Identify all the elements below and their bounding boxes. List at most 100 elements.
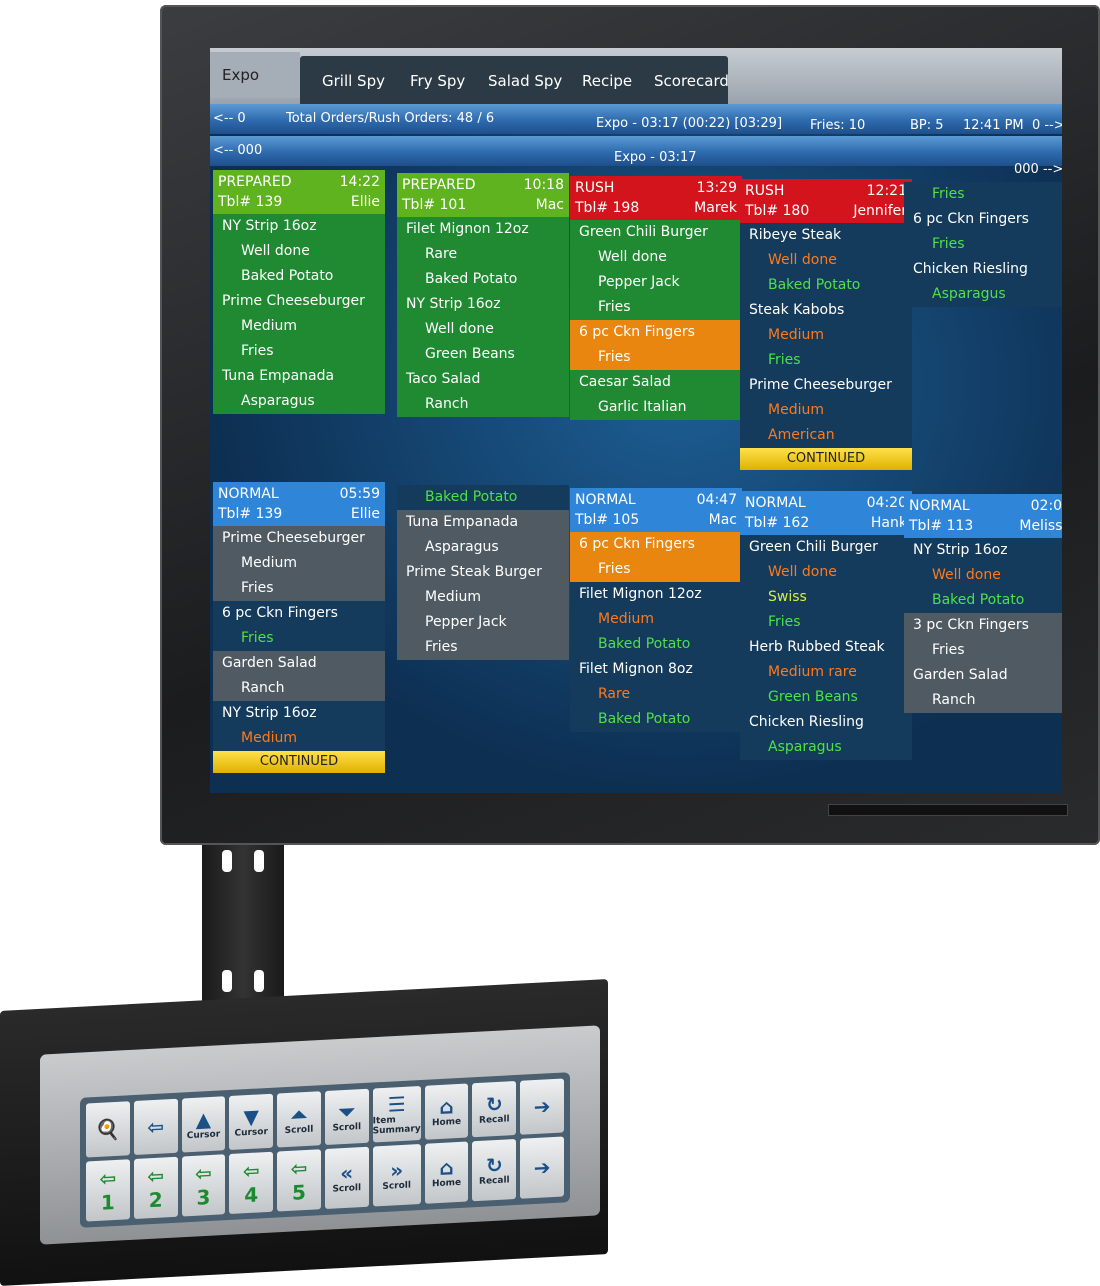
menu-item: NY Strip 16oz [213, 701, 385, 726]
order-ticket[interactable]: PREPARED 14:22 Tbl# 139 Ellie NY Strip 16oz W… [213, 170, 385, 414]
double-left-icon: « [340, 1160, 354, 1186]
table-number: Tbl# 139 [218, 194, 283, 210]
recall-icon: ↻ [485, 1091, 503, 1117]
menu-item: Filet Mignon 12oz [570, 582, 742, 607]
bump-icon: ➔ [533, 1094, 551, 1120]
keypad-key[interactable]: ⏷ Scroll [324, 1088, 369, 1146]
keypad-key[interactable]: ⇦ [133, 1098, 178, 1156]
order-ticket[interactable]: RUSH 12:21 Tbl# 180 Jennifer Ribeye Steak Wel… [740, 179, 912, 470]
tab-fry-spy[interactable]: Fry Spy [398, 58, 477, 104]
ticket-status: NORMAL [909, 498, 970, 514]
order-ticket[interactable]: Fries 6 pc Ckn Fingers Fries Chicken Riesli… [904, 182, 1062, 307]
server-name: Ellie [350, 194, 380, 210]
tab-salad-spy[interactable]: Salad Spy [476, 58, 574, 104]
item-modifier: Fries [397, 635, 569, 660]
order-ticket[interactable]: PREPARED 10:18 Tbl# 101 Mac Filet Mignon 12o… [397, 173, 569, 417]
ticket-header: RUSH 13:29 Tbl# 198 Marek [570, 176, 742, 220]
item-modifier: Fries [213, 339, 385, 364]
keypad-key[interactable]: ▲ Cursor [181, 1096, 226, 1153]
bump-3-icon: ⇦ [195, 1160, 212, 1186]
keypad-key[interactable]: ▼ Cursor [229, 1093, 274, 1151]
key-label: Cursor [234, 1126, 268, 1139]
bump-1-icon: ⇦ [99, 1165, 117, 1191]
menu-item: Chicken Riesling [740, 710, 912, 735]
item-modifier: Fries [570, 295, 742, 320]
menu-item: Tuna Empanada [397, 510, 569, 535]
menu-item: Herb Rubbed Steak [740, 635, 912, 660]
keypad-key[interactable]: » Scroll [372, 1143, 421, 1207]
order-ticket[interactable]: RUSH 13:29 Tbl# 198 Marek Green Chili Burger… [570, 176, 742, 420]
tab-expo[interactable]: Expo [210, 52, 300, 98]
item-modifier: Asparagus [904, 282, 1062, 307]
item-modifier: Asparagus [213, 389, 385, 414]
clock: 12:41 PM [963, 118, 1024, 133]
prev-screen-link[interactable]: <-- 000 [213, 143, 262, 158]
keypad-key[interactable]: ⌂ Home [424, 1083, 469, 1140]
menu-item: Garden Salad [213, 651, 385, 676]
kitchen-display-screen: Expo Grill Spy Fry Spy Salad Spy Recipe … [210, 48, 1062, 793]
menu-item: NY Strip 16oz [397, 292, 569, 317]
tab-grill-spy[interactable]: Grill Spy [310, 58, 397, 104]
keypad-key[interactable]: ⇦ 1 [86, 1159, 130, 1222]
tab-bar: Expo Grill Spy Fry Spy Salad Spy Recipe … [210, 48, 1062, 112]
page-title: Expo - 03:17 [614, 150, 697, 165]
monitor-buttons[interactable] [828, 804, 1068, 816]
ticket-status: NORMAL [218, 486, 279, 502]
item-modifier: Fries [904, 638, 1062, 663]
keypad-key[interactable]: ⏶ Scroll [277, 1091, 321, 1148]
fries-count: Fries: 10 [810, 118, 866, 133]
ticket-header: NORMAL 04:47 Tbl# 105 Mac [570, 488, 742, 532]
item-modifier: Fries [570, 345, 742, 370]
item-modifier: Ranch [904, 688, 1062, 713]
header-row: Tbl# 101 Mac [402, 195, 564, 215]
keypad-key[interactable]: «Scroll [324, 1146, 369, 1210]
order-ticket[interactable]: NORMAL 04:20 Tbl# 162 Hank Green Chili Burge… [740, 491, 912, 760]
item-modifier: Ranch [213, 676, 385, 701]
keypad-key[interactable]: ⌂ Home [424, 1141, 469, 1204]
item-modifier: Fries [213, 576, 385, 601]
keypad-key[interactable]: ↻ Recall [472, 1080, 517, 1138]
item-modifier: Garlic Italian [570, 395, 742, 420]
ticket-status: RUSH [745, 183, 785, 199]
status-bar: <-- 0 Total Orders/Rush Orders: 48 / 6 E… [210, 104, 1062, 134]
header-row: RUSH 13:29 [575, 178, 737, 198]
keypad-key[interactable]: 🍳 [86, 1101, 130, 1158]
header-row: Tbl# 180 Jennifer [745, 201, 907, 221]
next-page-link[interactable]: 0 --> [1032, 118, 1062, 133]
ticket-status: PREPARED [402, 177, 476, 193]
order-ticket[interactable]: NORMAL 05:59 Tbl# 139 Ellie Prime Cheeseburg… [213, 482, 385, 773]
ticket-elapsed-time: 12:21 [866, 183, 907, 199]
keypad-key[interactable]: ⇦ 2 [133, 1156, 178, 1220]
table-number: Tbl# 180 [745, 203, 810, 219]
keypad-key[interactable]: ☰ Item Summary [372, 1085, 421, 1143]
key-label: 3 [196, 1185, 211, 1210]
ticket-header: NORMAL 05:59 Tbl# 139 Ellie [213, 482, 385, 526]
keypad-key[interactable]: ➔ [520, 1078, 564, 1135]
order-ticket[interactable]: NORMAL 04:47 Tbl# 105 Mac 6 pc Ckn Fingers Fr… [570, 488, 742, 732]
item-modifier: Well done [213, 239, 385, 264]
bump-2-icon: ⇦ [147, 1163, 165, 1189]
menu-item: Caesar Salad [570, 370, 742, 395]
tab-scorecard[interactable]: Scorecard [642, 58, 741, 104]
keypad-key[interactable]: ➔ [520, 1136, 564, 1199]
item-modifier: Medium [397, 585, 569, 610]
keypad-key[interactable]: ⇦ 5 [277, 1149, 321, 1212]
tab-recipe[interactable]: Recipe [570, 58, 644, 104]
menu-item: 6 pc Ckn Fingers [213, 601, 385, 626]
item-modifier: Asparagus [397, 535, 569, 560]
order-ticket[interactable]: Baked Potato Tuna Empanada Asparagus Prime … [397, 485, 569, 660]
bump-icon: ➔ [533, 1155, 551, 1181]
continued-banner: CONTINUED [213, 751, 385, 773]
prev-page-link[interactable]: <-- 0 [213, 111, 246, 126]
order-ticket[interactable]: NORMAL 02:05 Tbl# 113 Melissa NY Strip 16ozW… [904, 494, 1062, 713]
menu-item: Tuna Empanada [213, 364, 385, 389]
next-screen-link[interactable]: 000 --> [1014, 162, 1062, 177]
keypad-key[interactable]: ⇦ 3 [181, 1154, 226, 1217]
keypad-key[interactable]: ↻ Recall [472, 1138, 517, 1202]
ticket-status: PREPARED [218, 174, 292, 190]
menu-item: Prime Cheeseburger [740, 373, 912, 398]
item-modifier: Well done [397, 317, 569, 342]
item-modifier: Fries [904, 182, 1062, 207]
page-bar: <-- 000 Expo - 03:17 000 --> [210, 136, 1062, 177]
keypad-key[interactable]: ⇦ 4 [229, 1151, 274, 1215]
